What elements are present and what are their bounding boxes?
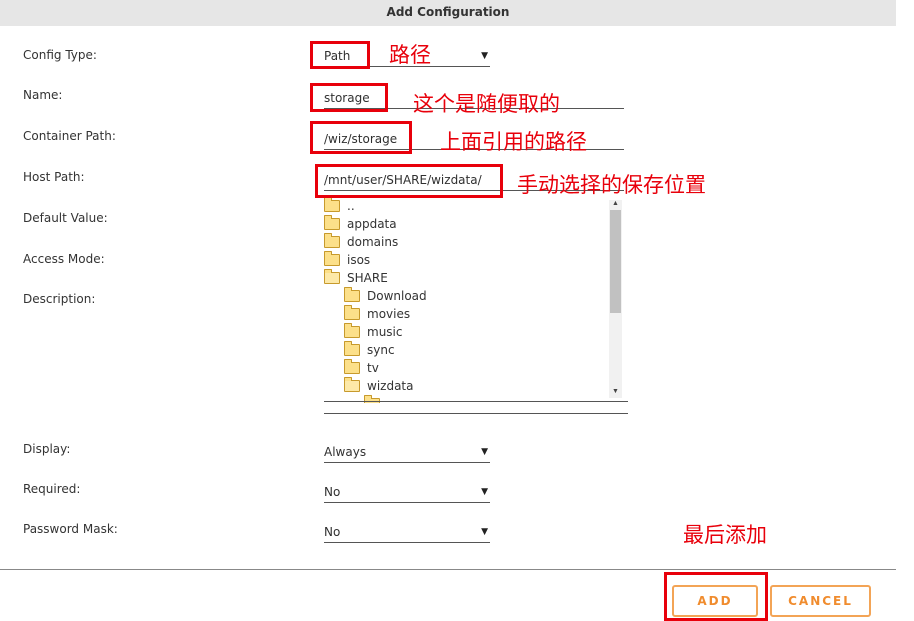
annotation-path: 路径 [389, 43, 431, 67]
folder-icon [324, 197, 340, 212]
password-mask-select[interactable]: No ▼ [324, 523, 490, 543]
description-label: Description: [23, 292, 96, 306]
name-label: Name: [23, 88, 63, 102]
annotation-host-path: 手动选择的保存位置 [517, 173, 706, 197]
description-underline [324, 413, 628, 414]
tree-item-sync[interactable]: sync [344, 340, 395, 359]
tree-item-music[interactable]: music [344, 322, 402, 341]
footer-divider [0, 569, 896, 570]
tree-item-download[interactable]: Download [344, 286, 427, 305]
annotation-name: 这个是随便取的 [413, 92, 560, 116]
name-highlight [310, 83, 388, 112]
container-path-label: Container Path: [23, 129, 116, 143]
required-label: Required: [23, 482, 81, 496]
tree-item-tv[interactable]: tv [344, 358, 379, 377]
folder-icon [344, 286, 360, 302]
container-path-highlight [310, 121, 412, 154]
file-tree-browser[interactable]: .. appdata domains isos SHARE Download m… [324, 197, 622, 403]
tree-item-parent[interactable]: .. [324, 197, 355, 215]
annotation-container-path: 上面引用的路径 [440, 130, 587, 154]
password-mask-label: Password Mask: [23, 522, 118, 536]
folder-icon [344, 322, 360, 338]
annotation-add: 最后添加 [683, 523, 767, 547]
tree-item-wizdata[interactable]: wizdata [344, 376, 413, 395]
tree-item-domains[interactable]: domains [324, 232, 398, 251]
display-value: Always [324, 445, 367, 459]
caret-down-icon: ▼ [481, 51, 488, 61]
config-type-highlight [310, 41, 370, 69]
caret-down-icon: ▼ [481, 527, 488, 537]
add-button-highlight [664, 572, 768, 621]
required-value: No [324, 485, 341, 499]
tree-item-isos[interactable]: isos [324, 250, 370, 269]
tree-item-appdata[interactable]: appdata [324, 214, 397, 233]
folder-icon [324, 232, 340, 248]
folder-open-icon [324, 268, 340, 284]
folder-icon [344, 340, 360, 356]
display-select[interactable]: Always ▼ [324, 443, 490, 463]
scroll-up-icon[interactable]: ▲ [610, 200, 621, 208]
host-path-highlight [315, 164, 503, 198]
caret-down-icon: ▼ [481, 487, 488, 497]
scroll-down-icon[interactable]: ▼ [610, 388, 621, 396]
folder-icon [324, 214, 340, 230]
access-mode-label: Access Mode: [23, 252, 105, 266]
required-select[interactable]: No ▼ [324, 483, 490, 503]
tree-scrollbar-thumb[interactable] [610, 210, 621, 313]
tree-item-share[interactable]: SHARE [324, 268, 388, 287]
folder-icon [344, 304, 360, 320]
dialog-title: Add Configuration [0, 0, 896, 26]
display-label: Display: [23, 442, 71, 456]
folder-icon [324, 250, 340, 266]
folder-icon [344, 358, 360, 374]
default-value-label: Default Value: [23, 211, 108, 225]
host-path-label: Host Path: [23, 170, 85, 184]
password-mask-value: No [324, 525, 341, 539]
caret-down-icon: ▼ [481, 447, 488, 457]
config-type-label: Config Type: [23, 48, 97, 62]
folder-open-icon [344, 376, 360, 392]
tree-divider [324, 401, 628, 402]
tree-item-movies[interactable]: movies [344, 304, 410, 323]
cancel-button[interactable]: CANCEL [770, 585, 871, 617]
